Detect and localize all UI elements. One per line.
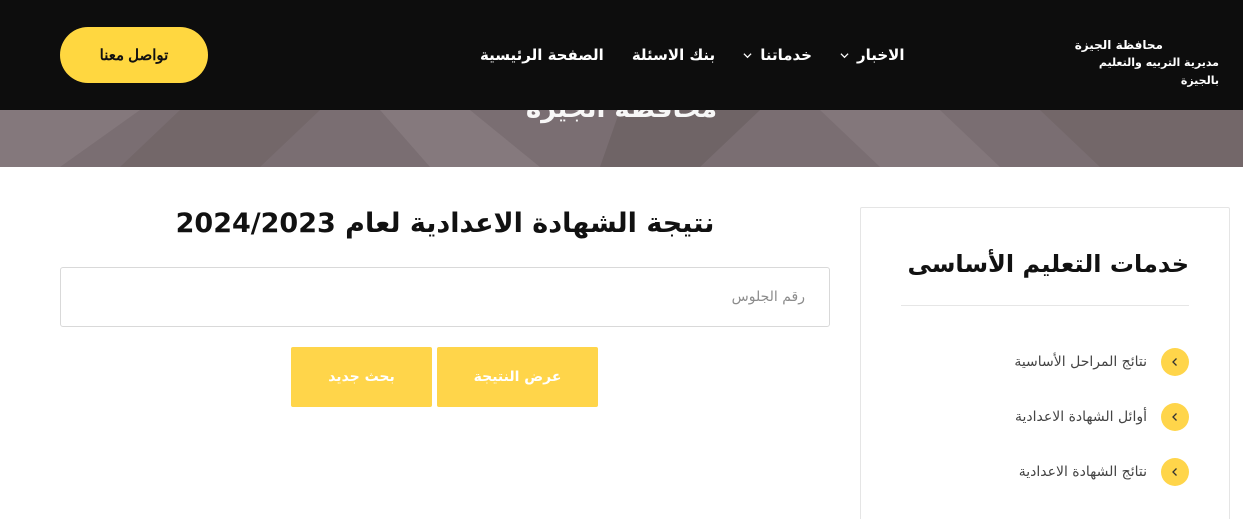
page-title: نتيجة الشهادة الاعدادية لعام 2024/2023 [175, 208, 715, 239]
top-header: محافظة الجيزة مديرية التربيه والتعليم با… [0, 0, 1243, 110]
sidebar-item-basic-stages-results[interactable]: نتائج المراحل الأساسية [1014, 348, 1189, 376]
chevron-down-icon [840, 52, 849, 58]
chevron-left-icon [1161, 458, 1189, 486]
sidebar-item-label: أوائل الشهادة الاعدادية [1015, 409, 1147, 425]
banner-title: محافظة الجيزة [0, 110, 1243, 124]
new-search-button[interactable]: بحث جديد [291, 347, 432, 407]
sidebar-item-label: نتائج المراحل الأساسية [1014, 354, 1147, 370]
nav-item-services-label: خدماتنا [760, 46, 812, 64]
basic-education-services-sidebar: خدمات التعليم الأساسى نتائج المراحل الأس… [860, 207, 1230, 519]
nav-item-home[interactable]: الصفحة الرئيسية [480, 46, 604, 64]
site-logo[interactable]: محافظة الجيزة مديرية التربيه والتعليم با… [1059, 36, 1219, 90]
chevron-down-icon [743, 52, 752, 58]
nav-item-question-bank-label: بنك الاسئلة [631, 46, 716, 64]
sidebar-item-prep-top-students[interactable]: أوائل الشهادة الاعدادية [1015, 403, 1189, 431]
chevron-left-icon [1161, 403, 1189, 431]
nav-item-home-label: الصفحة الرئيسية [480, 46, 604, 64]
sidebar-item-label: نتائج الشهادة الاعدادية [1018, 464, 1147, 480]
main-nav: الصفحة الرئيسية بنك الاسئلة خدماتنا الاخ… [480, 44, 910, 66]
nav-item-news[interactable]: الاخبار [840, 46, 905, 64]
contact-us-button[interactable]: تواصل معنا [60, 27, 208, 83]
show-result-button[interactable]: عرض النتيجة [437, 347, 598, 407]
nav-item-question-bank[interactable]: بنك الاسئلة [632, 46, 715, 64]
sidebar-divider [901, 305, 1189, 306]
logo-line-governorate: محافظة الجيزة [1074, 38, 1163, 52]
nav-item-services[interactable]: خدماتنا [743, 46, 812, 64]
sidebar-title: خدمات التعليم الأساسى [907, 250, 1189, 278]
chevron-left-icon [1161, 348, 1189, 376]
logo-line-directorate: مديرية التربيه والتعليم بالجيزة [1098, 56, 1219, 87]
sidebar-item-prep-results[interactable]: نتائج الشهادة الاعدادية [1019, 458, 1189, 486]
seat-number-input[interactable] [60, 267, 830, 327]
page-banner: محافظة الجيزة [0, 110, 1243, 167]
nav-item-news-label: الاخبار [856, 46, 905, 64]
